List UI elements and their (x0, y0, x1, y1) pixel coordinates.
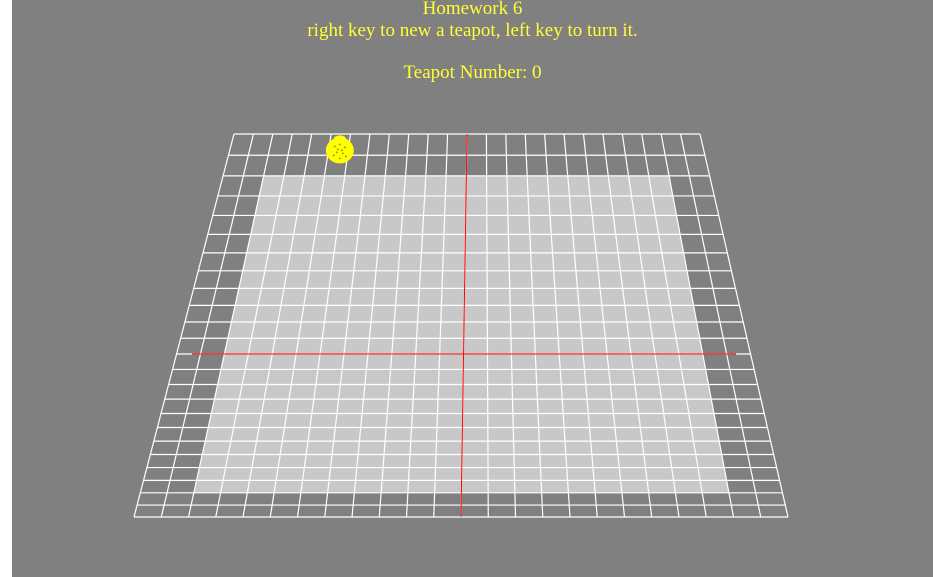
teapot-lid (333, 135, 346, 142)
teapot-speckle (338, 157, 341, 160)
hud-title: Homework 6 (422, 0, 523, 19)
teapot-counter-value: 0 (531, 62, 542, 83)
teapot-speckle (341, 152, 344, 155)
hud-instructions: right key to new a teapot, left key to t… (307, 20, 638, 41)
teapot-speckle (336, 148, 339, 151)
teapot-speckle (343, 146, 346, 149)
webgl-viewport[interactable]: Homework 6 right key to new a teapot, le… (12, 0, 933, 577)
teapot-speckle (333, 145, 336, 148)
teapot-counter-label: Teapot Number: (403, 62, 528, 83)
teapot-speckle (335, 151, 338, 154)
teapot-speckle (340, 149, 343, 152)
teapot-speckle (344, 155, 347, 158)
scene-canvas[interactable] (12, 0, 933, 577)
teapot-counter: Teapot Number: 0 (12, 62, 933, 84)
teapot-speckle (332, 154, 335, 157)
teapot-speckle (338, 143, 341, 146)
